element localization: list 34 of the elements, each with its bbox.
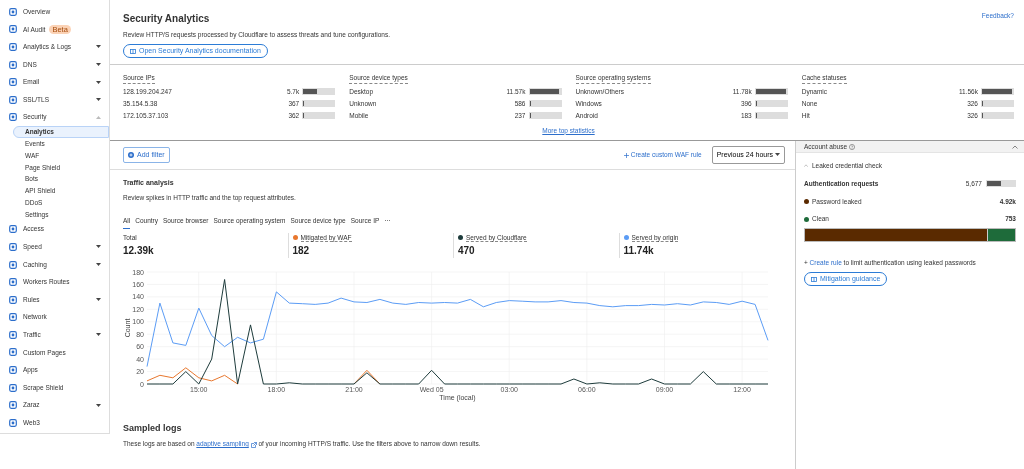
book-icon [811,276,817,282]
square-icon [9,242,17,251]
square-icon [9,418,17,427]
square-icon [9,313,17,322]
square-icon [9,225,17,234]
book-icon [130,48,136,54]
square-icon [9,295,17,304]
square-icon [9,278,17,287]
chevron-icon [804,164,808,168]
section-title: Sampled logs [123,421,183,435]
help-icon [848,143,855,150]
metric-value: 11.74k [623,243,655,258]
plus-icon [623,152,629,158]
square-icon [9,366,17,375]
square-icon [9,113,17,122]
square-icon [9,7,17,16]
plus-icon [128,152,134,158]
metric-value: 182 [292,243,311,258]
square-icon [9,330,17,339]
page-title: Security Analytics [123,12,211,26]
metric-value: 12.39k [123,243,155,258]
square-icon [9,78,17,87]
square-icon [9,401,17,410]
metric-value: 470 [458,243,476,258]
square-icon [9,43,17,51]
square-icon [9,95,17,104]
square-icon [9,348,17,357]
chevron-icon[interactable] [1012,144,1018,149]
square-icon [9,60,17,69]
square-icon [9,260,17,269]
external-link-icon [250,441,257,448]
square-icon [9,25,17,34]
caret-icon [775,153,780,157]
square-icon [9,383,17,392]
